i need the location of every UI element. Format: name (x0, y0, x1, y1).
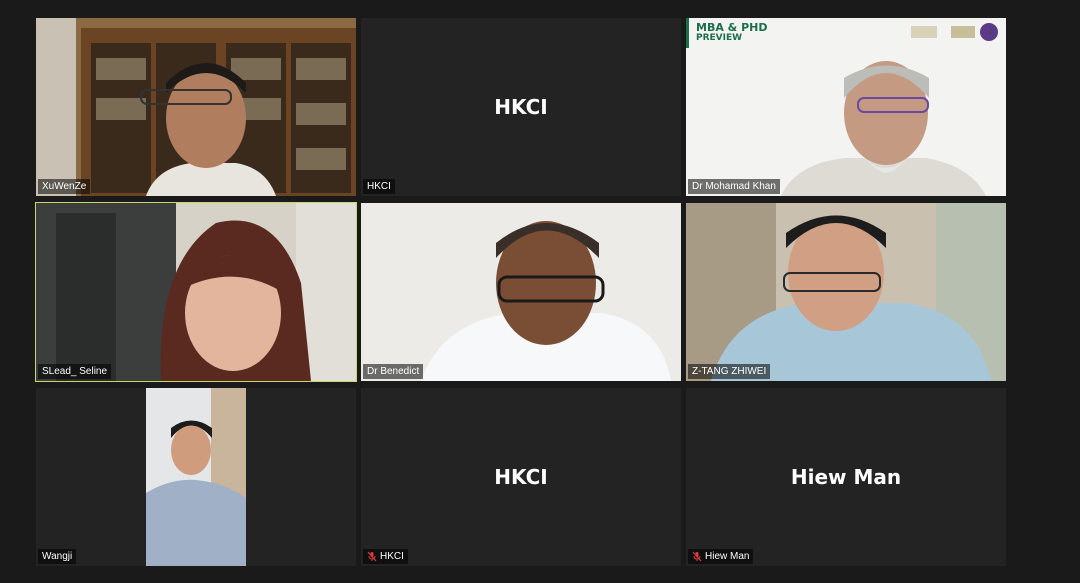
participant-tile-hkci[interactable]: HKCI HKCI (361, 18, 681, 196)
participant-video (146, 388, 246, 566)
participant-video (36, 18, 356, 196)
participant-name-tag: SLead_ Seline (38, 364, 112, 379)
microphone-muted-icon (367, 551, 377, 562)
participant-name: Dr Benedict (367, 366, 420, 377)
participant-tile-z-tang-zhiwei[interactable]: Z-TANG ZHIWEI (686, 203, 1006, 381)
participant-name-tag: Wangji (38, 549, 77, 564)
participant-name: HKCI (380, 551, 404, 562)
banner-title: MBA & PHD (696, 21, 768, 34)
participant-name: Z-TANG ZHIWEI (692, 366, 767, 377)
participant-name-tag: XuWenZe (38, 179, 91, 194)
participant-tile-hiew-man[interactable]: Hiew Man Hiew Man (686, 388, 1006, 566)
participant-name-tag: Z-TANG ZHIWEI (688, 364, 771, 379)
participant-video (686, 203, 1006, 381)
participant-name-tag: Hiew Man (688, 549, 754, 564)
participant-name: Dr Mohamad Khan (692, 181, 776, 192)
participant-tile-wangji[interactable]: Wangji (36, 388, 356, 566)
participant-tile-xuwenze[interactable]: XuWenZe (36, 18, 356, 196)
participant-display-name: HKCI (494, 95, 548, 119)
participant-display-name: HKCI (494, 465, 548, 489)
participant-name: Wangji (42, 551, 73, 562)
participant-name: HKCI (367, 181, 391, 192)
participant-video (36, 203, 356, 381)
participant-name: Hiew Man (705, 551, 750, 562)
participant-video (686, 18, 1006, 196)
participant-name-tag: Dr Benedict (363, 364, 424, 379)
participant-name-tag: Dr Mohamad Khan (688, 179, 780, 194)
banner-subtitle: PREVIEW (696, 33, 743, 43)
participant-name-tag: HKCI (363, 549, 408, 564)
participant-name-tag: HKCI (363, 179, 395, 194)
participant-video (361, 203, 681, 381)
participant-tile-hkci-2[interactable]: HKCI HKCI (361, 388, 681, 566)
participant-tile-slead-seline[interactable]: SLead_ Seline (35, 202, 357, 382)
participant-name: XuWenZe (42, 181, 87, 192)
microphone-muted-icon (692, 551, 702, 562)
participant-tile-dr-benedict[interactable]: Dr Benedict (361, 203, 681, 381)
participant-display-name: Hiew Man (790, 465, 902, 489)
participant-name: SLead_ Seline (42, 366, 108, 377)
video-gallery: XuWenZe HKCI HKCI MBA & PHD PREVIEW Dr M… (0, 0, 1080, 583)
participant-tile-dr-mohamad-khan[interactable]: MBA & PHD PREVIEW Dr Mohamad Khan (686, 18, 1006, 196)
